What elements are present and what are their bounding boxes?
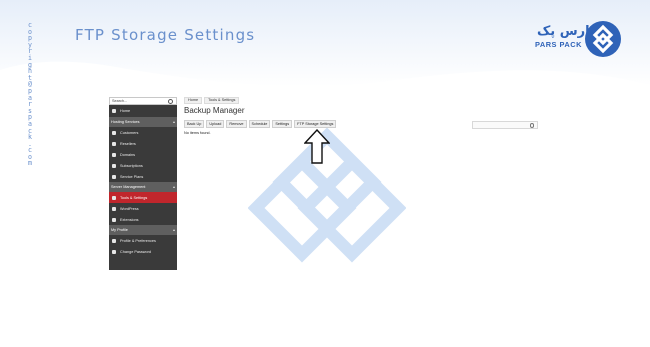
sidebar-item-label: WordPress: [120, 206, 139, 211]
sidebar-item-label: Change Password: [120, 249, 152, 254]
sidebar-item-label: Resellers: [120, 141, 136, 146]
upload-button[interactable]: Upload: [206, 120, 225, 128]
remove-button[interactable]: Remove: [226, 120, 247, 128]
sidebar-item-label: Extensions: [120, 217, 139, 222]
user-icon: [112, 130, 116, 135]
subscription-icon: [112, 163, 116, 168]
sidebar-section-server-management[interactable]: Server Management: [109, 182, 177, 192]
profile-icon: [112, 238, 116, 243]
sidebar-item-customers[interactable]: Customers: [109, 127, 177, 138]
search-icon[interactable]: [168, 99, 173, 104]
home-icon: [112, 109, 116, 113]
copyright-vertical-text: c o p y r i g h t @ p a r s p a c k. c o m: [24, 22, 36, 167]
sidebar-section-hosting-services[interactable]: Hosting Services: [109, 117, 177, 127]
section-label: Server Management: [111, 185, 146, 189]
sidebar-item-label: Service Plans: [120, 174, 144, 179]
sidebar-item-resellers[interactable]: Resellers: [109, 138, 177, 149]
plesk-sidebar: Search... Home Hosting Services Customer…: [109, 97, 177, 270]
sidebar-item-label: Home: [120, 109, 131, 113]
sidebar-item-extensions[interactable]: Extensions: [109, 214, 177, 225]
plan-icon: [112, 174, 116, 179]
user-group-icon: [112, 141, 116, 146]
tools-icon: [112, 195, 116, 200]
sidebar-item-label: Subscriptions: [120, 163, 143, 168]
sidebar-item-label: Customers: [120, 130, 139, 135]
settings-button[interactable]: Settings: [272, 120, 293, 128]
sidebar-item-profile-preferences[interactable]: Profile & Preferences: [109, 235, 177, 246]
sidebar-item-domains[interactable]: Domains: [109, 149, 177, 160]
empty-list-message: No items found.: [184, 131, 211, 135]
collapse-caret-icon: [173, 186, 175, 188]
backup-toolbar: Back Up Upload Remove Schedule Settings …: [184, 120, 337, 128]
sidebar-item-service-plans[interactable]: Service Plans: [109, 171, 177, 182]
extensions-icon: [112, 217, 116, 222]
page-title: Backup Manager: [184, 106, 245, 115]
sidebar-item-subscriptions[interactable]: Subscriptions: [109, 160, 177, 171]
key-icon: [112, 249, 116, 254]
schedule-button[interactable]: Schedule: [248, 120, 271, 128]
breadcrumb-home-link[interactable]: Home: [184, 97, 203, 104]
slide-title: FTP Storage Settings: [75, 26, 256, 44]
sidebar-item-home[interactable]: Home: [109, 105, 177, 117]
breadcrumb: Home Tools & Settings: [184, 97, 240, 104]
sidebar-item-label: Domains: [120, 152, 135, 157]
section-label: Hosting Services: [111, 120, 140, 124]
sidebar-item-label: Tools & Settings: [120, 195, 148, 200]
logo-english-text: PARS PACK: [535, 40, 582, 49]
collapse-caret-icon: [173, 229, 175, 231]
backup-search-input[interactable]: [472, 121, 538, 129]
sidebar-item-change-password[interactable]: Change Password: [109, 246, 177, 257]
section-label: My Profile: [111, 228, 128, 232]
back-up-button[interactable]: Back Up: [184, 120, 205, 128]
pars-pack-logo-icon: [585, 21, 621, 57]
ftp-storage-settings-button[interactable]: FTP Storage Settings: [294, 120, 337, 128]
sidebar-item-wordpress[interactable]: WordPress: [109, 203, 177, 214]
domain-icon: [112, 152, 116, 157]
sidebar-search-input[interactable]: Search...: [109, 97, 177, 105]
sidebar-item-tools-settings[interactable]: Tools & Settings: [109, 192, 177, 203]
collapse-caret-icon: [173, 121, 175, 123]
search-icon[interactable]: [529, 123, 534, 128]
sidebar-search-placeholder: Search...: [112, 99, 128, 103]
copyright-char: m: [28, 159, 32, 168]
sidebar-item-label: Profile & Preferences: [120, 238, 156, 243]
sidebar-section-my-profile[interactable]: My Profile: [109, 225, 177, 235]
wordpress-icon: [112, 206, 116, 211]
breadcrumb-tools-settings-link[interactable]: Tools & Settings: [204, 97, 240, 104]
arrow-up-icon: [304, 129, 330, 164]
